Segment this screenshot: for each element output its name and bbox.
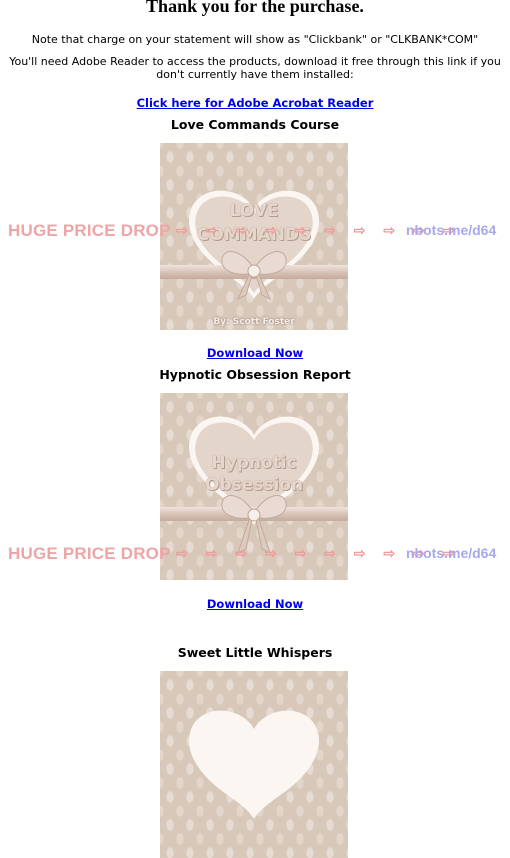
product-title-sweet-little-whispers: Sweet Little Whispers [177, 645, 333, 660]
product-title-hypnotic-obsession: Hypnotic Obsession Report [159, 367, 351, 382]
heart-graphic [188, 710, 320, 819]
cover-title-line1: Hypnotic [211, 453, 297, 473]
product-cover-hypnotic-obsession[interactable]: Hypnotic Obsession [160, 393, 348, 580]
bow-graphic [221, 495, 287, 554]
adobe-reader-note: You'll need Adobe Reader to access the p… [9, 55, 501, 81]
cover-title-line1: LOVE [229, 201, 279, 221]
statement-note: Note that charge on your statement will … [31, 33, 479, 46]
product-cover-love-commands[interactable]: LOVE COMMANDS By: Scott Foster [160, 143, 348, 330]
bow-graphic [221, 251, 287, 301]
banner-text: HUGE PRICE DROP [8, 221, 171, 240]
banner-link-text: nbots.me/d64 [406, 545, 497, 561]
product-title-love-commands: Love Commands Course [170, 117, 340, 132]
adobe-reader-link[interactable]: Click here for Adobe Acrobat Reader [137, 96, 374, 110]
page-title: Thank you for the purchase. [146, 0, 364, 16]
product-cover-sweet-little-whispers[interactable] [160, 671, 348, 858]
banner-link-text: nbots.me/d64 [406, 222, 497, 238]
cover-byline: By: Scott Foster [213, 317, 295, 327]
banner-text: HUGE PRICE DROP [8, 544, 171, 563]
download-now-love-commands[interactable]: Download Now [207, 346, 303, 360]
download-now-hypnotic-obsession[interactable]: Download Now [207, 597, 303, 611]
